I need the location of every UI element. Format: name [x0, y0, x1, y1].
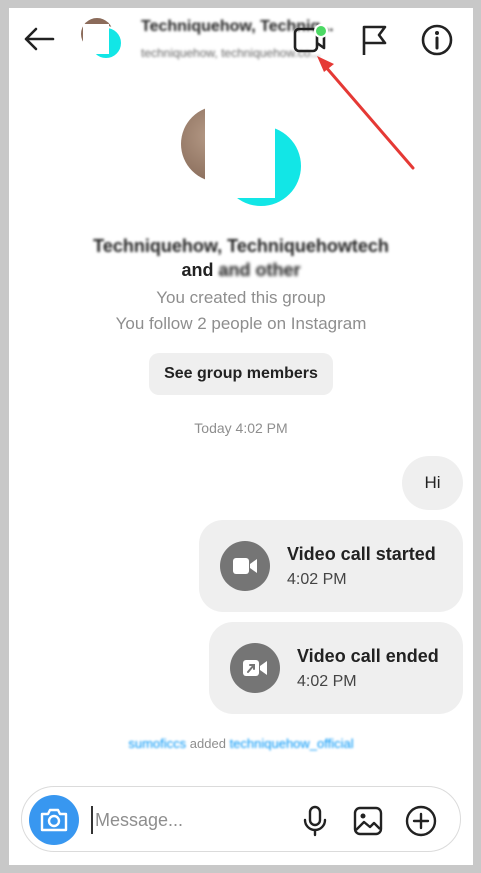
- message-timestamp: Today 4:02 PM: [194, 420, 288, 436]
- video-camera-icon: [293, 24, 328, 53]
- see-group-members-button[interactable]: See group members: [149, 353, 333, 395]
- chat-header: Techniquehow, Techniq... techniquehow, t…: [9, 8, 473, 70]
- group-avatar[interactable]: [81, 18, 123, 60]
- call-time: 4:02 PM: [287, 571, 347, 588]
- chat-screen: Techniquehow, Techniq... techniquehow, t…: [9, 8, 473, 865]
- camera-button[interactable]: [29, 795, 79, 845]
- report-button[interactable]: [357, 22, 391, 58]
- voice-message-button[interactable]: [300, 805, 330, 837]
- message-input[interactable]: [91, 806, 271, 834]
- info-icon: [421, 24, 453, 56]
- flag-icon: [362, 25, 387, 55]
- follow-count-text: You follow 2 people on Instagram: [115, 314, 367, 333]
- actor-username[interactable]: sumoficcs: [128, 736, 186, 751]
- call-status-title: Video call ended: [297, 646, 439, 666]
- and-label: and: [181, 260, 214, 280]
- video-call-started-bubble[interactable]: Video call started 4:02 PM: [199, 520, 463, 612]
- video-call-ended-bubble[interactable]: Video call ended 4:02 PM: [209, 622, 463, 714]
- plus-icon: [405, 805, 437, 837]
- video-icon: [220, 541, 270, 591]
- group-members-names: Techniquehow, Techniquehowtech: [93, 236, 389, 256]
- call-ended-icon: [230, 643, 280, 693]
- added-verb: added: [189, 736, 226, 751]
- group-created-text: You created this group: [156, 288, 326, 307]
- call-status-title: Video call started: [287, 544, 436, 564]
- camera-icon: [40, 808, 68, 832]
- gallery-icon: [353, 806, 383, 836]
- message-bubble[interactable]: Hi: [402, 456, 463, 510]
- info-button[interactable]: [419, 22, 455, 58]
- call-time: 4:02 PM: [297, 673, 357, 690]
- member-added-notice: sumoficcs added techniquehow_official: [9, 736, 473, 751]
- more-options-button[interactable]: [404, 804, 438, 838]
- video-call-button[interactable]: [287, 22, 331, 58]
- message-composer: [21, 786, 461, 852]
- other-members: and other: [218, 260, 301, 280]
- group-profile-picture: [181, 98, 303, 220]
- back-button[interactable]: [19, 22, 59, 56]
- back-arrow-icon: [24, 27, 55, 51]
- group-members-names-continued: and and other: [9, 260, 473, 281]
- microphone-icon: [303, 805, 327, 837]
- target-username[interactable]: techniquehow_official: [230, 736, 354, 751]
- gallery-button[interactable]: [352, 805, 384, 837]
